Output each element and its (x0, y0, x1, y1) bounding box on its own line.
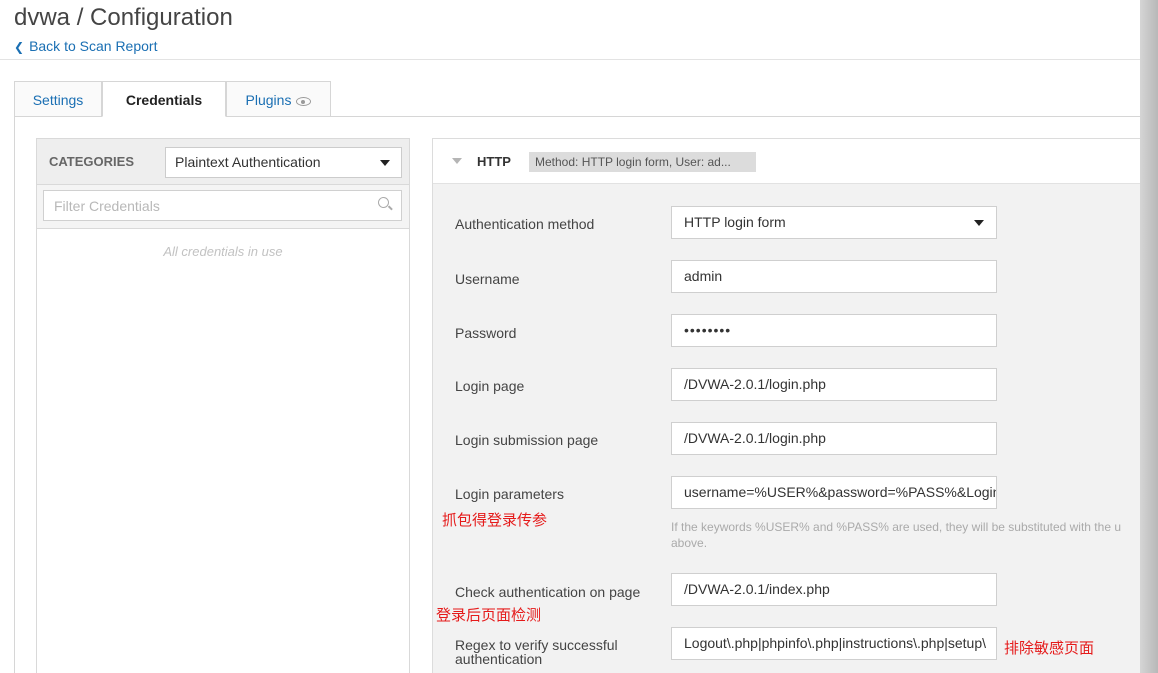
auth-method-select[interactable]: HTTP login form (671, 206, 997, 239)
categories-bar: CATEGORIES Plaintext Authentication (37, 139, 409, 185)
back-link-label: Back to Scan Report (29, 38, 158, 54)
submission-page-field[interactable]: /DVWA-2.0.1/login.php (671, 422, 997, 455)
filter-credentials-input[interactable] (43, 190, 402, 221)
password-label: Password (455, 325, 517, 341)
http-summary-badge: Method: HTTP login form, User: ad... (529, 152, 756, 172)
caret-down-icon (974, 220, 984, 226)
login-parameters-help: If the keywords %USER% and %PASS% are us… (671, 520, 1121, 550)
config-tabs: Settings Credentials Plugins (14, 81, 1140, 117)
search-icon (378, 197, 389, 208)
chevron-left-icon: ❮ (14, 40, 25, 54)
eye-icon (296, 97, 312, 106)
back-to-scan-report-link[interactable]: ❮ Back to Scan Report (14, 38, 157, 54)
login-page-label: Login page (455, 378, 525, 394)
regex-field[interactable]: Logout\.php|phpinfo\.php|instructions\.p… (671, 627, 997, 660)
caret-down-icon (380, 160, 390, 166)
category-select-value: Plaintext Authentication (175, 154, 321, 170)
header-divider (0, 59, 1140, 60)
login-parameters-field[interactable]: username=%USER%&password=%PASS%&Login= (671, 476, 997, 509)
tab-settings[interactable]: Settings (14, 81, 102, 117)
filter-bar (37, 185, 409, 229)
check-page-field[interactable]: /DVWA-2.0.1/index.php (671, 573, 997, 606)
auth-method-value: HTTP login form (684, 214, 786, 230)
submission-page-label: Login submission page (455, 432, 599, 448)
categories-panel: CATEGORIES Plaintext Authentication All … (36, 138, 410, 673)
http-section-header[interactable]: HTTP Method: HTTP login form, User: ad..… (433, 139, 1143, 184)
window-edge (1140, 0, 1158, 673)
categories-label: CATEGORIES (49, 154, 134, 169)
password-field[interactable]: •••••••• (671, 314, 997, 347)
page-title: dvwa / Configuration (14, 4, 233, 31)
tab-plugins-label: Plugins (245, 92, 292, 108)
check-page-label: Check authentication on page (455, 584, 641, 600)
annotation-capture-params: 抓包得登录传参 (442, 511, 548, 529)
username-field[interactable]: admin (671, 260, 997, 293)
collapse-caret-icon[interactable] (452, 158, 462, 164)
tab-credentials[interactable]: Credentials (102, 81, 226, 117)
http-section-title: HTTP (477, 154, 511, 169)
auth-method-label: Authentication method (455, 216, 595, 232)
tab-plugins[interactable]: Plugins (226, 81, 331, 117)
login-parameters-label: Login parameters (455, 486, 564, 502)
regex-label-line2: authentication (455, 651, 543, 667)
username-label: Username (455, 271, 520, 287)
annotation-exclude-sensitive: 排除敏感页面 (1004, 639, 1095, 657)
regex-label-line1: Regex to verify successful (455, 637, 618, 653)
empty-credentials-note: All credentials in use (163, 244, 283, 259)
category-select[interactable]: Plaintext Authentication (165, 147, 402, 178)
http-credential-panel: HTTP Method: HTTP login form, User: ad..… (432, 138, 1143, 673)
login-page-field[interactable]: /DVWA-2.0.1/login.php (671, 368, 997, 401)
annotation-post-login-check: 登录后页面检测 (436, 606, 542, 624)
